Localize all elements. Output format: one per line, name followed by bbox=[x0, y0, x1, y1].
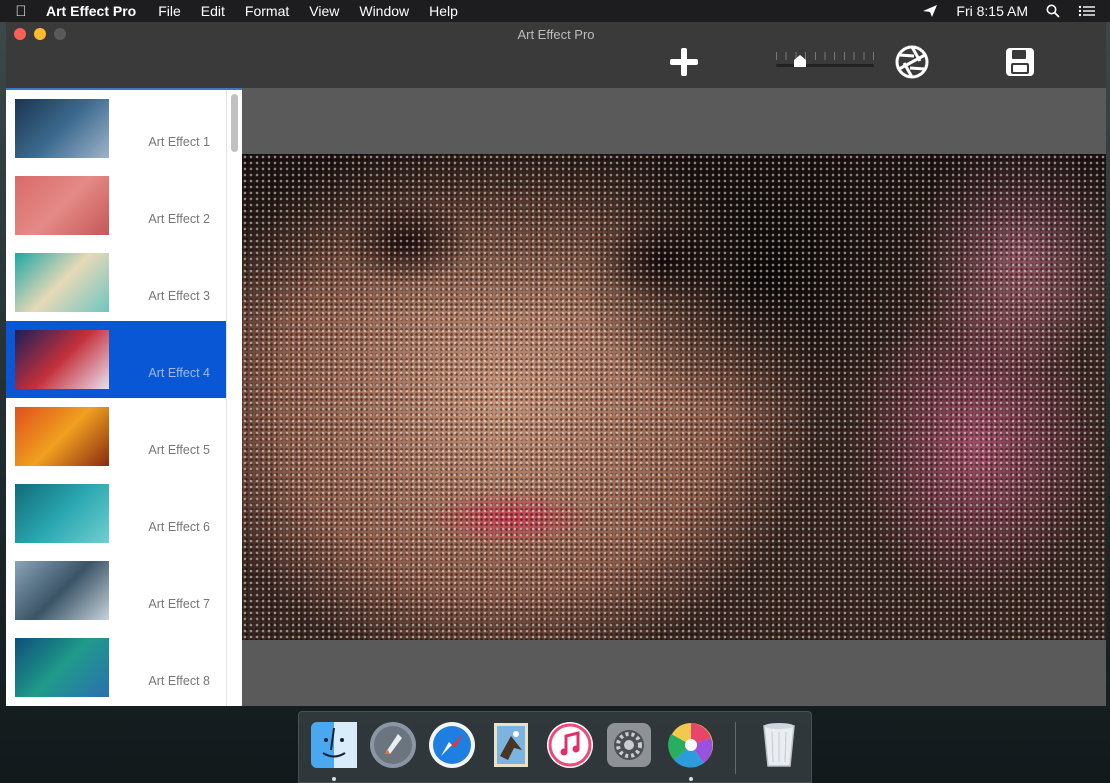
apple-menu-icon[interactable]:  bbox=[0, 3, 42, 20]
effect-label: Art Effect 7 bbox=[148, 597, 210, 611]
menu-file[interactable]: File bbox=[148, 3, 191, 19]
menu-help[interactable]: Help bbox=[419, 3, 468, 19]
menu-bar:  Art Effect Pro File Edit Format View W… bbox=[0, 0, 1110, 22]
menu-view[interactable]: View bbox=[299, 3, 349, 19]
window-title: Art Effect Pro bbox=[517, 27, 595, 42]
system-preferences-icon[interactable] bbox=[604, 720, 654, 770]
effect-label: Art Effect 8 bbox=[148, 674, 210, 688]
effect-item-4[interactable]: Art Effect 4 bbox=[6, 321, 226, 398]
launchpad-icon[interactable] bbox=[368, 720, 418, 770]
effect-thumbnail bbox=[15, 253, 109, 312]
effect-thumbnail bbox=[15, 638, 109, 697]
effect-thumbnail bbox=[15, 176, 109, 235]
effect-item-1[interactable]: Art Effect 1 bbox=[6, 90, 226, 167]
spotlight-search-icon[interactable] bbox=[1046, 4, 1060, 18]
effect-label: Art Effect 4 bbox=[148, 366, 210, 380]
art-effect-pro-icon[interactable] bbox=[666, 720, 716, 770]
dock bbox=[298, 711, 812, 783]
effect-preview-image[interactable] bbox=[242, 154, 1106, 640]
plus-icon bbox=[670, 48, 698, 76]
dock-separator bbox=[735, 722, 736, 774]
running-indicator bbox=[689, 777, 693, 781]
slider-thumb[interactable] bbox=[793, 54, 807, 68]
image-halftone-texture bbox=[242, 154, 1106, 640]
toolbar: Art Effect Pro bbox=[6, 22, 1106, 88]
aperture-icon bbox=[895, 45, 929, 79]
effect-item-3[interactable]: Art Effect 3 bbox=[6, 244, 226, 321]
menu-edit[interactable]: Edit bbox=[191, 3, 235, 19]
finder-icon[interactable] bbox=[309, 720, 359, 770]
location-arrow-icon[interactable] bbox=[922, 4, 938, 18]
effect-label: Art Effect 5 bbox=[148, 443, 210, 457]
notification-center-icon[interactable] bbox=[1078, 4, 1096, 18]
effects-sidebar: Art Effect 1 Art Effect 2 Art Effect 3 A… bbox=[6, 88, 242, 706]
slider-track bbox=[776, 64, 874, 67]
effect-label: Art Effect 6 bbox=[148, 520, 210, 534]
effect-label: Art Effect 2 bbox=[148, 212, 210, 226]
canvas-area bbox=[242, 88, 1106, 706]
slider-ticks bbox=[776, 52, 874, 60]
safari-icon[interactable] bbox=[427, 720, 477, 770]
effect-item-2[interactable]: Art Effect 2 bbox=[6, 167, 226, 244]
effects-list: Art Effect 1 Art Effect 2 Art Effect 3 A… bbox=[6, 90, 242, 706]
zoom-slider[interactable] bbox=[776, 52, 874, 68]
effect-thumbnail bbox=[15, 99, 109, 158]
menu-format[interactable]: Format bbox=[235, 3, 299, 19]
floppy-disk-icon bbox=[1006, 48, 1034, 76]
app-menu[interactable]: Art Effect Pro bbox=[42, 3, 148, 19]
main-window: Art Effect Pro Art Effect 1 Art Effect 2… bbox=[6, 22, 1106, 706]
clock[interactable]: Fri 8:15 AM bbox=[956, 3, 1028, 19]
mail-icon[interactable] bbox=[486, 720, 536, 770]
running-indicator bbox=[332, 777, 336, 781]
apply-effect-button[interactable] bbox=[894, 44, 930, 80]
effect-item-7[interactable]: Art Effect 7 bbox=[6, 552, 226, 629]
trash-icon[interactable] bbox=[754, 720, 804, 770]
scrollbar-thumb[interactable] bbox=[231, 94, 238, 152]
effect-item-5[interactable]: Art Effect 5 bbox=[6, 398, 226, 475]
itunes-icon[interactable] bbox=[545, 720, 595, 770]
effect-thumbnail bbox=[15, 330, 109, 389]
effect-label: Art Effect 1 bbox=[148, 135, 210, 149]
effect-label: Art Effect 3 bbox=[148, 289, 210, 303]
effect-thumbnail bbox=[15, 484, 109, 543]
effect-item-8[interactable]: Art Effect 8 bbox=[6, 629, 226, 706]
effect-thumbnail bbox=[15, 407, 109, 466]
menu-window[interactable]: Window bbox=[349, 3, 419, 19]
effect-item-6[interactable]: Art Effect 6 bbox=[6, 475, 226, 552]
add-image-button[interactable] bbox=[666, 44, 702, 80]
sidebar-scrollbar[interactable] bbox=[226, 90, 242, 706]
save-button[interactable] bbox=[1002, 44, 1038, 80]
effect-thumbnail bbox=[15, 561, 109, 620]
